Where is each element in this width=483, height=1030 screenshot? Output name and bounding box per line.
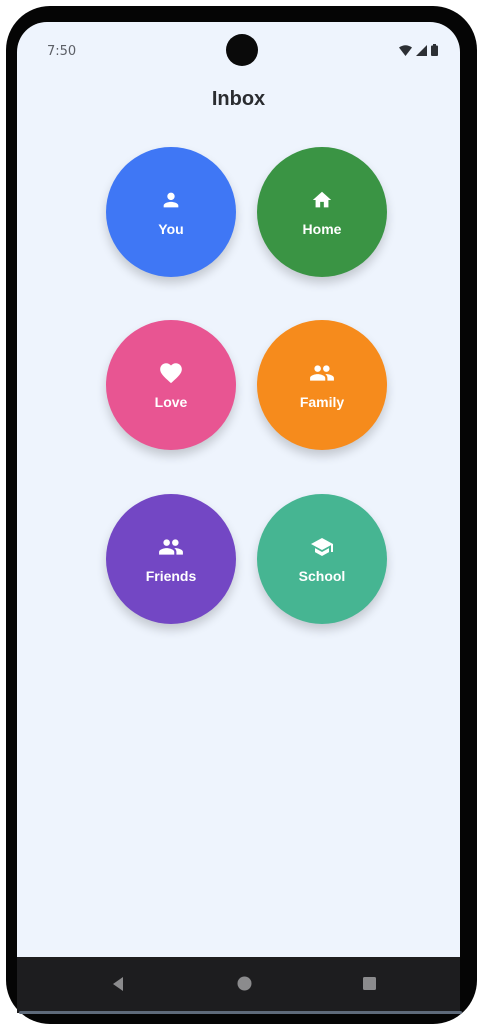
- page-title: Inbox: [211, 88, 266, 110]
- app-screen: 7:50 Inbox You Home Love Family Friends …: [17, 22, 460, 957]
- gesture-bar: [19, 1011, 462, 1014]
- signal-icon: [416, 44, 427, 56]
- recents-icon[interactable]: [363, 977, 376, 990]
- category-you-button[interactable]: You: [106, 147, 236, 277]
- group-icon: [309, 360, 335, 386]
- category-home-button[interactable]: Home: [257, 147, 387, 277]
- person-icon: [160, 187, 182, 213]
- back-icon[interactable]: [111, 976, 125, 992]
- home-icon: [311, 187, 333, 213]
- heart-icon: [158, 360, 184, 386]
- battery-icon: [431, 44, 438, 56]
- category-family-button[interactable]: Family: [257, 320, 387, 450]
- wifi-icon: [399, 44, 412, 56]
- category-label: Love: [154, 394, 188, 410]
- home-nav-icon[interactable]: [237, 976, 252, 991]
- category-label: Family: [299, 394, 345, 410]
- group-icon: [158, 534, 184, 560]
- status-bar: 7:50: [17, 22, 460, 72]
- category-love-button[interactable]: Love: [106, 320, 236, 450]
- category-school-button[interactable]: School: [257, 494, 387, 624]
- category-friends-button[interactable]: Friends: [106, 494, 236, 624]
- category-label: Friends: [145, 568, 197, 584]
- system-icons: [399, 43, 438, 57]
- category-label: School: [298, 568, 346, 584]
- category-label: Home: [302, 221, 342, 237]
- camera-cutout: [226, 34, 258, 66]
- navigation-bar: [17, 957, 460, 1013]
- category-label: You: [158, 221, 184, 237]
- status-time: 7:50: [47, 44, 77, 59]
- school-icon: [310, 534, 334, 560]
